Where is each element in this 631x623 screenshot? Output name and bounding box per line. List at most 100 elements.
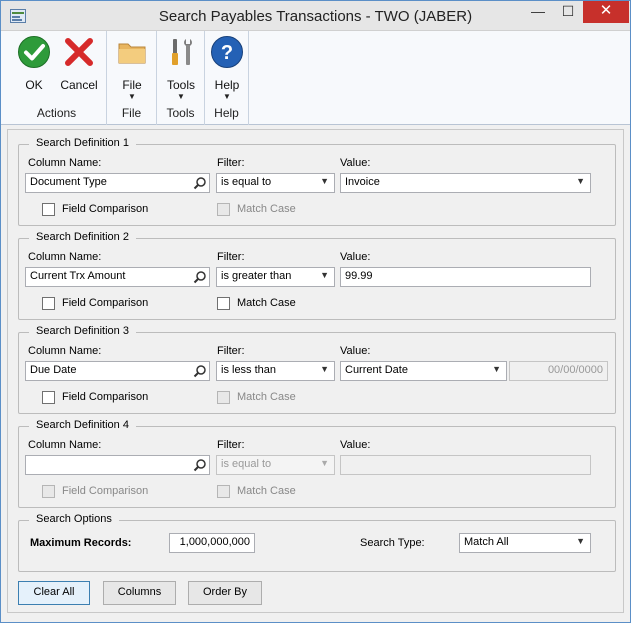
- filter-dropdown[interactable]: is less than ▼: [216, 361, 335, 381]
- column-name-label: Column Name:: [28, 439, 102, 451]
- magnifier-icon: [193, 177, 206, 190]
- column-name-label: Column Name:: [28, 157, 102, 169]
- file-label: File: [122, 78, 142, 92]
- folder-icon: [118, 43, 146, 64]
- minimize-button[interactable]: —: [523, 1, 553, 23]
- filter-label: Filter:: [217, 157, 245, 169]
- filter-label: Filter:: [217, 251, 245, 263]
- field-comparison-checkbox: [42, 485, 55, 498]
- match-case-checkbox: [217, 391, 230, 404]
- magnifier-icon: [193, 365, 206, 378]
- field-comparison-label: Field Comparison: [62, 485, 149, 497]
- search-type-value: Match All: [464, 536, 509, 548]
- filter-dropdown: is equal to ▼: [216, 455, 335, 475]
- ribbon-group-help: ? Help ▼ Help: [205, 31, 249, 125]
- filter-dropdown[interactable]: is equal to ▼: [216, 173, 335, 193]
- chevron-down-icon: ▼: [320, 270, 329, 280]
- ok-label: OK: [25, 78, 43, 92]
- search-type-label: Search Type:: [360, 537, 425, 549]
- filter-value: is less than: [221, 364, 277, 376]
- lookup-button[interactable]: [190, 267, 210, 287]
- search-type-dropdown[interactable]: Match All ▼: [459, 533, 591, 553]
- value-label: Value:: [340, 157, 371, 169]
- chevron-down-icon: ▼: [128, 92, 136, 101]
- search-form: Search Definition 1 Column Name: Filter:…: [7, 129, 624, 613]
- value-dropdown[interactable]: Current Date ▼: [340, 361, 507, 381]
- group-title: Search Definition 1: [29, 137, 136, 149]
- column-name-field[interactable]: [25, 455, 191, 475]
- filter-value: is equal to: [221, 458, 272, 470]
- filter-value: is equal to: [221, 176, 272, 188]
- title-bar: Search Payables Transactions - TWO (JABE…: [1, 1, 630, 31]
- filter-dropdown[interactable]: is greater than ▼: [216, 267, 335, 287]
- cancel-x-icon: [65, 38, 93, 66]
- date-value-field: 00/00/0000: [509, 361, 608, 381]
- tools-menu-button[interactable]: Tools ▼: [161, 35, 201, 102]
- search-definition-3: Search Definition 3 Column Name: Filter:…: [18, 325, 616, 414]
- group-title: Search Definition 4: [29, 419, 136, 431]
- filter-label: Filter:: [217, 439, 245, 451]
- match-case-label: Match Case: [237, 297, 296, 309]
- group-title: Search Definition 3: [29, 325, 136, 337]
- ok-button[interactable]: OK: [14, 35, 54, 92]
- match-case-label: Match Case: [237, 485, 296, 497]
- search-definition-1: Search Definition 1 Column Name: Filter:…: [18, 137, 616, 226]
- search-payables-window: Search Payables Transactions - TWO (JABE…: [0, 0, 631, 623]
- chevron-down-icon: ▼: [320, 364, 329, 374]
- filter-value: is greater than: [221, 270, 292, 282]
- order-by-button[interactable]: Order By: [188, 581, 262, 605]
- magnifier-icon: [193, 271, 206, 284]
- column-name-field[interactable]: Document Type: [25, 173, 191, 193]
- group-label-tools: Tools: [166, 106, 195, 120]
- maximize-button[interactable]: ☐: [553, 1, 583, 23]
- help-icon: ?: [211, 36, 243, 68]
- ribbon-group-file: File ▼ File: [107, 31, 157, 125]
- ribbon: OK Cancel Actions File ▼ File Tools ▼ To…: [1, 31, 630, 125]
- chevron-down-icon: ▼: [177, 92, 185, 101]
- column-name-field[interactable]: Current Trx Amount: [25, 267, 191, 287]
- field-comparison-label: Field Comparison: [62, 203, 149, 215]
- cancel-button[interactable]: Cancel: [59, 35, 99, 92]
- group-label-file: File: [121, 106, 142, 120]
- field-comparison-checkbox[interactable]: [42, 203, 55, 216]
- match-case-checkbox: [217, 203, 230, 216]
- lookup-button[interactable]: [190, 361, 210, 381]
- filter-label: Filter:: [217, 345, 245, 357]
- svg-text:?: ?: [221, 42, 233, 64]
- field-comparison-checkbox[interactable]: [42, 297, 55, 310]
- value-dropdown[interactable]: Invoice ▼: [340, 173, 591, 193]
- column-name-field[interactable]: Due Date: [25, 361, 191, 381]
- column-name-label: Column Name:: [28, 251, 102, 263]
- group-title: Search Definition 2: [29, 231, 136, 243]
- field-comparison-checkbox[interactable]: [42, 391, 55, 404]
- group-label-actions: Actions: [36, 106, 77, 120]
- group-title: Search Options: [29, 513, 119, 525]
- check-icon: [18, 36, 50, 68]
- max-records-input[interactable]: 1,000,000,000: [169, 533, 255, 553]
- match-case-checkbox[interactable]: [217, 297, 230, 310]
- help-menu-button[interactable]: ? Help ▼: [207, 35, 247, 102]
- field-comparison-label: Field Comparison: [62, 297, 149, 309]
- close-button[interactable]: ✕: [583, 1, 629, 23]
- lookup-button[interactable]: [190, 173, 210, 193]
- search-definition-2: Search Definition 2 Column Name: Filter:…: [18, 231, 616, 320]
- chevron-down-icon: ▼: [320, 458, 329, 468]
- match-case-label: Match Case: [237, 391, 296, 403]
- tools-icon: [172, 39, 192, 65]
- value-input[interactable]: 99.99: [340, 267, 591, 287]
- value-label: Value:: [340, 251, 371, 263]
- field-comparison-label: Field Comparison: [62, 391, 149, 403]
- column-name-label: Column Name:: [28, 345, 102, 357]
- file-menu-button[interactable]: File ▼: [112, 35, 152, 102]
- chevron-down-icon: ▼: [223, 92, 231, 101]
- help-label: Help: [214, 78, 240, 92]
- chevron-down-icon: ▼: [492, 364, 501, 374]
- match-case-label: Match Case: [237, 203, 296, 215]
- columns-button[interactable]: Columns: [103, 581, 176, 605]
- value-text: Invoice: [345, 176, 380, 188]
- lookup-button[interactable]: [190, 455, 210, 475]
- clear-all-button[interactable]: Clear All: [18, 581, 90, 605]
- value-label: Value:: [340, 345, 371, 357]
- search-options: Search Options Maximum Records: 1,000,00…: [18, 513, 616, 572]
- chevron-down-icon: ▼: [576, 536, 585, 546]
